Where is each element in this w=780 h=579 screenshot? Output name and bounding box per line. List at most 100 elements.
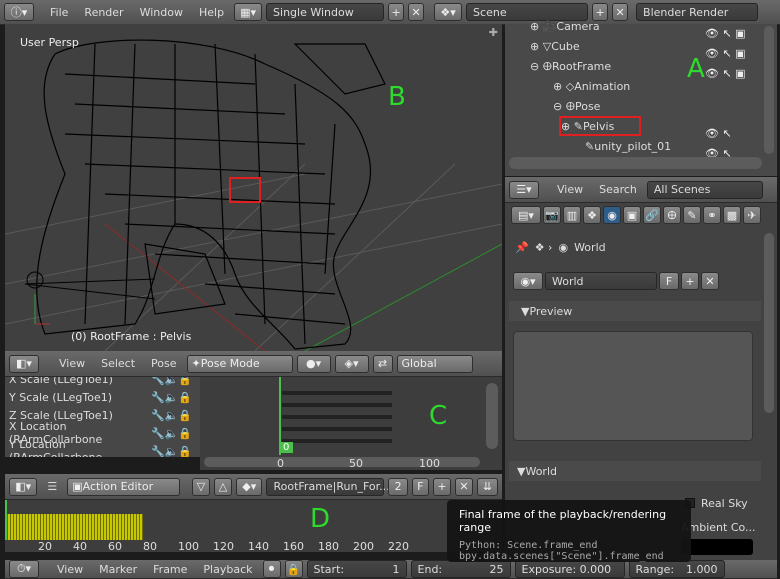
menu-playback[interactable]: Playback — [197, 563, 258, 576]
menu-frame[interactable]: Frame — [147, 563, 193, 576]
add-action-button[interactable]: + — [433, 477, 451, 496]
shading-button[interactable]: ●▾ — [296, 354, 331, 373]
pivot-button[interactable]: ◈▾ — [334, 354, 369, 373]
menu-window[interactable]: Window — [134, 6, 189, 19]
viewport-header: ◧▾ View Select Pose ✦ Pose Mode ●▾ ◈▾ ⇄ … — [5, 351, 502, 377]
remove-layout-button[interactable]: ✕ — [408, 3, 425, 21]
outliner-row-pelvis[interactable]: ⊕ ✎ Pelvis — [559, 116, 641, 136]
bone-constraint-tab-icon[interactable]: ⚭ — [703, 206, 721, 224]
tick-label: 100 — [419, 457, 440, 470]
world-panel-header[interactable]: ▼ World — [509, 461, 761, 481]
manipulator-button[interactable]: ⇄ — [372, 354, 393, 373]
lock-icon[interactable]: 🔒 — [284, 560, 303, 578]
editor-type-button[interactable]: ☰▾ — [509, 180, 539, 199]
menu-search[interactable]: Search — [593, 183, 643, 196]
tick-label: 220 — [388, 540, 409, 553]
prev-keyframe-button[interactable]: ▽ — [191, 477, 210, 496]
menu-help[interactable]: Help — [193, 6, 230, 19]
layout-select[interactable]: Single Window — [266, 3, 385, 21]
timeline-area[interactable]: D 20 40 60 80 100 120 140 160 180 200 22… — [5, 500, 502, 553]
scene-icon: ❖ › — [534, 240, 553, 254]
remove-action-button[interactable]: ✕ — [455, 477, 473, 496]
object-tab-icon[interactable]: ▣ — [623, 206, 641, 224]
mode-label: Action Editor — [82, 480, 154, 493]
menu-view[interactable]: View — [53, 357, 91, 370]
remove-world-button[interactable]: ✕ — [701, 272, 719, 290]
filter-select[interactable]: All Scenes — [646, 180, 763, 199]
outliner-row-unity-pilot[interactable]: ✎ unity_pilot_01 — [585, 136, 777, 156]
properties-scrollbar[interactable] — [764, 233, 774, 413]
real-sky-option[interactable]: Real Sky — [685, 493, 748, 513]
mode-select[interactable]: ✦ Pose Mode — [186, 354, 293, 373]
record-icon[interactable]: ⏺ — [262, 560, 281, 578]
menu-select[interactable]: Select — [95, 357, 141, 370]
breadcrumb-label: World — [574, 240, 606, 254]
add-layout-button[interactable]: + — [388, 3, 405, 21]
editor-type-button[interactable]: ⏱▾ — [9, 560, 39, 578]
exposure-field[interactable]: Exposure: 0.000 — [514, 560, 625, 578]
menu-pose[interactable]: Pose — [145, 357, 182, 370]
texture-tab-icon[interactable]: ▩ — [723, 206, 741, 224]
range-value: 1.000 — [686, 562, 718, 576]
next-keyframe-button[interactable]: △ — [213, 477, 232, 496]
action-icon: ▣ — [72, 480, 83, 493]
channel-row[interactable]: Y Location (RArmCollarbone 🔧🔈🔒 — [5, 438, 200, 458]
outliner-scrollbar[interactable] — [509, 157, 762, 169]
editor-type-button[interactable]: ▤▾ — [511, 206, 541, 224]
channel-row[interactable]: Y Scale (LLegToe1) 🔧🔈🔒 — [5, 388, 200, 406]
fake-user-button[interactable]: F — [659, 272, 679, 290]
channel-row[interactable]: X Scale (LLegToe1) 🔧🔈🔒 — [5, 377, 200, 388]
tick-label: 160 — [283, 540, 304, 553]
editor-type-button[interactable]: ◧▾ — [9, 477, 38, 496]
pin-icon[interactable]: 📌 — [515, 241, 529, 254]
range-field[interactable]: Range: 1.000 — [628, 560, 725, 578]
menu-icon[interactable]: ☰ — [41, 480, 63, 493]
action-browse-button[interactable]: ◆▾ — [235, 477, 263, 496]
bone-tab-icon[interactable]: ✎ — [683, 206, 701, 224]
ambient-color-field[interactable] — [681, 539, 753, 555]
wrench-icon[interactable]: 🔧🔈🔒 — [151, 427, 192, 440]
action-users-count[interactable]: 2 — [388, 477, 408, 496]
physics-tab-icon[interactable]: ✈ — [743, 206, 761, 224]
add-world-button[interactable]: + — [681, 272, 699, 290]
mode-select[interactable]: ▣ Action Editor — [67, 477, 180, 496]
annotation-c: C — [429, 401, 448, 431]
plus-icon[interactable]: ✚ — [489, 26, 498, 39]
item-label: unity_pilot_01 — [594, 139, 672, 153]
graph-area[interactable]: 0 C 0 50 100 — [200, 377, 502, 470]
scene-tab-icon[interactable]: ❖ — [583, 206, 601, 224]
outliner-vscroll[interactable] — [764, 26, 774, 154]
wrench-icon[interactable]: 🔧🔈🔒 — [151, 391, 192, 404]
visibility-icons: 👁 ↖ ▣ 👁 ↖ ▣ 👁 ↖ ▣ 👁 ↖ 👁 ↖ — [705, 27, 746, 160]
editor-type-button[interactable]: ◧▾ — [9, 354, 39, 373]
menu-view[interactable]: View — [51, 563, 89, 576]
menu-render[interactable]: Render — [78, 6, 129, 19]
render-tab-icon[interactable]: 📷 — [543, 206, 561, 224]
scene-icon[interactable]: ❖▾ — [434, 3, 463, 21]
menu-file[interactable]: File — [44, 6, 74, 19]
collapse-icon: ▼ — [517, 464, 526, 478]
menu-view[interactable]: View — [551, 183, 589, 196]
preview-panel-header[interactable]: ▼ Preview — [509, 301, 761, 321]
info-editor-type-button[interactable]: ⓘ▾ — [4, 3, 34, 21]
wrench-icon[interactable]: 🔧🔈🔒 — [151, 409, 192, 422]
wrench-icon[interactable]: 🔧🔈🔒 — [151, 445, 192, 458]
graph-vscroll[interactable] — [486, 383, 498, 449]
layers-tab-icon[interactable]: ▥ — [563, 206, 581, 224]
constraints-tab-icon[interactable]: 🔗 — [643, 206, 661, 224]
world-name-field[interactable]: World — [545, 272, 657, 290]
orientation-select[interactable]: Global — [396, 354, 473, 373]
channel-list: X Scale (LLegToe1) 🔧🔈🔒 Y Scale (LLegToe1)… — [5, 377, 200, 457]
3d-viewport[interactable]: User Persp B (0) RootFrame : Pelvis ✚ — [5, 24, 502, 351]
fake-user-button[interactable]: F — [411, 477, 429, 496]
world-browse-button[interactable]: ◉▾ — [513, 272, 543, 290]
start-frame-field[interactable]: Start: 1 — [306, 560, 407, 578]
wrench-icon[interactable]: 🔧🔈🔒 — [151, 377, 192, 386]
end-frame-field[interactable]: End: 25 — [410, 560, 511, 578]
data-tab-icon[interactable]: 🜨 — [663, 206, 681, 224]
layout-icon[interactable]: ▦▾ — [234, 3, 263, 21]
action-name-field[interactable]: RootFrame|Run_For... — [266, 477, 390, 496]
menu-marker[interactable]: Marker — [93, 563, 143, 576]
world-tab-icon[interactable]: ◉ — [603, 206, 621, 224]
push-down-button[interactable]: ⇊ — [477, 477, 499, 496]
